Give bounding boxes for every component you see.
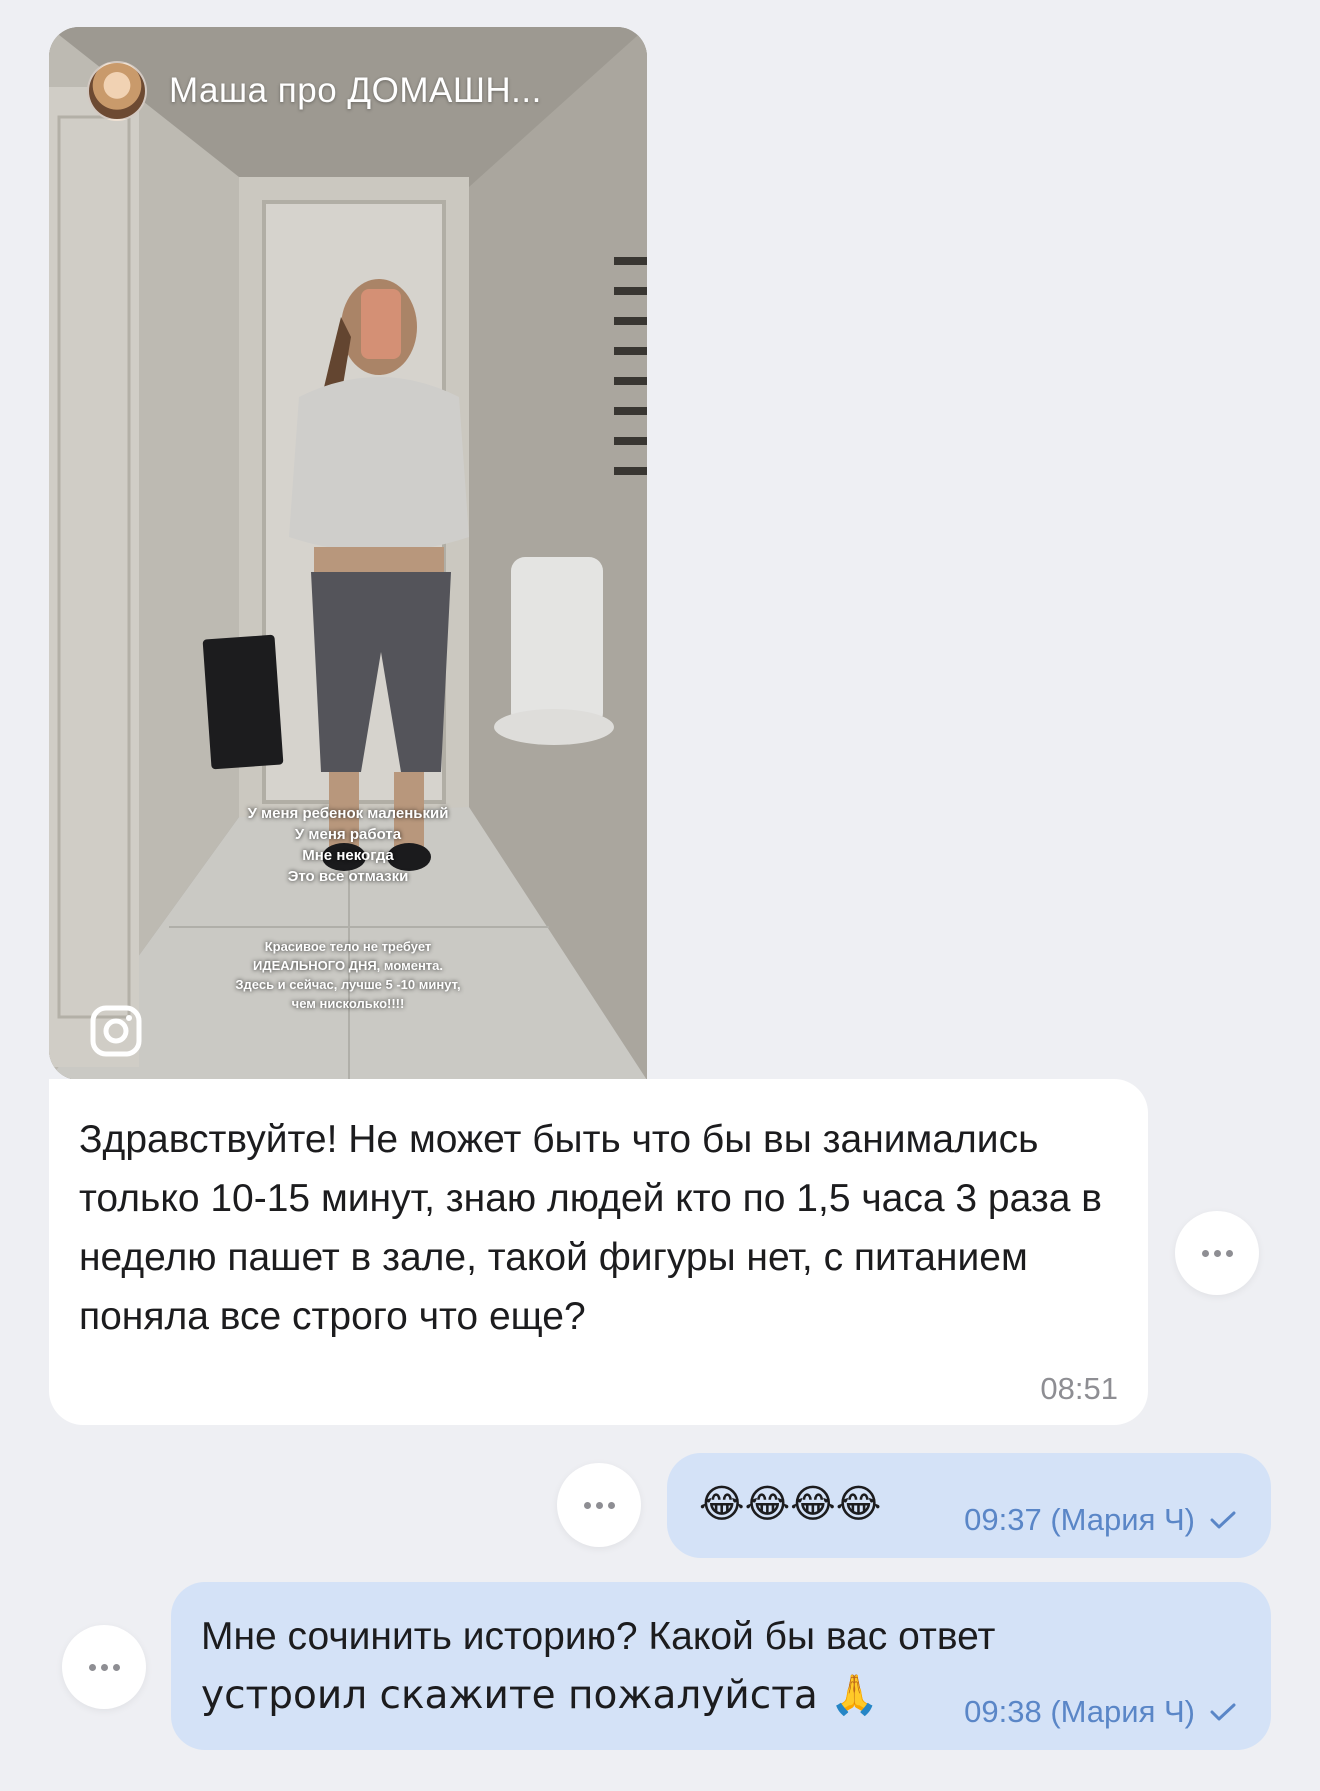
message-time: 09:37 (Мария Ч): [964, 1502, 1195, 1537]
message-text: Здравствуйте! Не может быть что бы вы за…: [79, 1118, 1102, 1338]
outgoing-message[interactable]: Мне сочинить историю? Какой бы вас ответ…: [171, 1582, 1271, 1750]
ellipsis-icon: [1201, 1249, 1233, 1257]
story-caption-line: У меня работа: [294, 826, 402, 843]
more-options-button[interactable]: [62, 1625, 146, 1709]
story-photo: [49, 27, 647, 1080]
outgoing-message[interactable]: 😂😂😂😂 09:37 (Мария Ч): [667, 1453, 1271, 1558]
check-icon: [1210, 1703, 1236, 1721]
story-avatar[interactable]: [87, 61, 147, 121]
message-meta: 09:38 (Мария Ч): [964, 1694, 1237, 1730]
message-time: 09:38 (Мария Ч): [964, 1694, 1195, 1729]
story-caption-line: ИДЕАЛЬНОГО ДНЯ, момента.: [252, 958, 444, 973]
message-meta: 09:37 (Мария Ч): [964, 1502, 1237, 1538]
story-title[interactable]: Маша про ДОМАШН...: [169, 71, 542, 111]
check-icon: [1210, 1511, 1236, 1529]
ellipsis-icon: [88, 1663, 120, 1671]
message-text: Мне сочинить историю? Какой бы вас ответ…: [201, 1607, 995, 1725]
story-caption-line: Мне некогда: [302, 847, 394, 864]
message-text-line: Мне сочинить историю? Какой бы вас ответ: [201, 1615, 996, 1658]
message-time: 08:51: [1040, 1371, 1118, 1406]
story-caption-secondary: Красивое тело не требует ИДЕАЛЬНОГО ДНЯ,…: [49, 937, 647, 1013]
instagram-icon: [90, 1005, 142, 1057]
ellipsis-icon: [583, 1501, 615, 1509]
story-caption-line: У меня ребенок маленький: [247, 805, 449, 822]
story-header: Маша про ДОМАШН...: [87, 61, 542, 121]
story-caption-line: Здесь и сейчас, лучше 5 -10 минут,: [235, 977, 461, 992]
story-caption-line: Это все отмазки: [287, 868, 409, 885]
incoming-message[interactable]: Здравствуйте! Не может быть что бы вы за…: [49, 1079, 1148, 1425]
story-caption-line: Красивое тело не требует: [264, 939, 432, 954]
message-text: 😂😂😂😂: [699, 1482, 882, 1527]
message-text-line: устроил скажите пожалуйста 🙏: [201, 1673, 879, 1718]
story-card[interactable]: Маша про ДОМАШН... У меня ребенок малень…: [49, 27, 647, 1080]
more-options-button[interactable]: [1175, 1211, 1259, 1295]
story-caption: У меня ребенок маленький У меня работа М…: [49, 803, 647, 887]
more-options-button[interactable]: [557, 1463, 641, 1547]
